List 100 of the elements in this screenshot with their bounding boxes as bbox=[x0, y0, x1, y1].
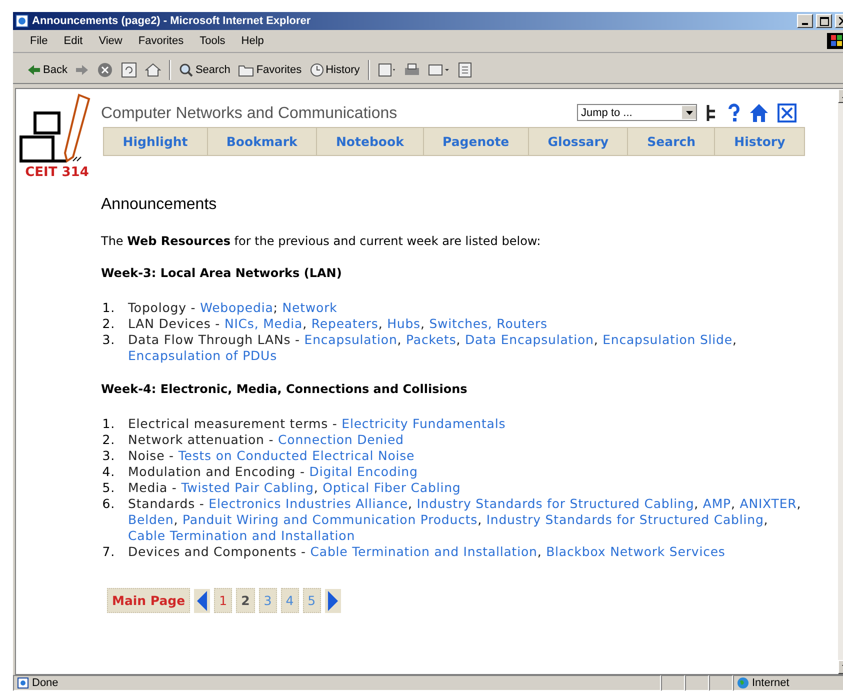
list-number: 2. bbox=[101, 432, 116, 448]
resource-link[interactable]: Data Encapsulation bbox=[465, 332, 594, 347]
list-item-text: Network attenuation - Connection Denied bbox=[128, 432, 405, 448]
maximize-button[interactable] bbox=[816, 14, 832, 28]
resource-link[interactable]: Industry Standards for Structured Cabling bbox=[486, 512, 764, 527]
list-item-text: Media - Twisted Pair Cabling, Optical Fiber Cabling bbox=[128, 480, 462, 496]
history-icon bbox=[310, 63, 324, 77]
jump-to-select[interactable]: Jump to ... bbox=[577, 104, 697, 121]
list-number: 1. bbox=[101, 416, 116, 432]
refresh-icon bbox=[121, 62, 138, 78]
menu-item[interactable]: Help bbox=[234, 33, 271, 49]
next-button[interactable] bbox=[324, 588, 341, 612]
resource-link[interactable]: Repeaters bbox=[311, 316, 378, 331]
nav-tab[interactable]: Notebook bbox=[317, 128, 424, 155]
resource-link[interactable]: NICs, Media bbox=[224, 316, 303, 331]
resource-link[interactable]: Packets bbox=[406, 332, 456, 347]
back-arrow-icon bbox=[27, 64, 41, 76]
resource-link[interactable]: Blackbox Network Services bbox=[546, 544, 726, 559]
resource-link[interactable]: AMP bbox=[702, 496, 731, 511]
minimize-button[interactable] bbox=[797, 14, 813, 28]
list-item-text: Modulation and Encoding - Digital Encoding bbox=[128, 464, 419, 480]
nav-tab[interactable]: Glossary bbox=[528, 128, 628, 155]
refresh-button[interactable] bbox=[119, 61, 140, 79]
resource-link[interactable]: Encapsulation of PDUs bbox=[128, 348, 278, 363]
nav-tab[interactable]: Pagenote bbox=[424, 128, 529, 155]
resource-link[interactable]: Electronics Industries Alliance bbox=[208, 496, 408, 511]
menu-item[interactable]: Tools bbox=[192, 33, 232, 49]
resource-link[interactable]: Belden bbox=[128, 512, 174, 527]
resource-link[interactable]: Industry Standards for Structured Cabling bbox=[416, 496, 694, 511]
close-icon[interactable] bbox=[777, 103, 797, 123]
nav-tab[interactable]: Bookmark bbox=[208, 128, 318, 155]
home-button[interactable] bbox=[143, 61, 164, 79]
history-button[interactable]: History bbox=[308, 62, 362, 78]
page-icon bbox=[17, 677, 29, 689]
page-heading: Announcements bbox=[101, 196, 218, 214]
resource-link[interactable]: Connection Denied bbox=[278, 432, 404, 447]
resource-link[interactable]: Cable Termination and Installation bbox=[128, 528, 356, 543]
printer-icon bbox=[404, 63, 420, 77]
resource-link[interactable]: Electricity Fundamentals bbox=[342, 416, 506, 431]
windows-logo-icon bbox=[827, 33, 843, 49]
list-item-text: Topology - Webopedia; Network bbox=[128, 300, 338, 316]
page-number-button[interactable]: 1 bbox=[214, 588, 232, 613]
list-number: 1. bbox=[101, 300, 116, 316]
list-number: 2. bbox=[101, 316, 116, 332]
week-title: Week-3: Local Area Networks (LAN) bbox=[101, 266, 343, 280]
intro-text: The Web Resources for the previous and current week are listed below: bbox=[101, 234, 542, 248]
resource-link[interactable]: Switches, Routers bbox=[429, 316, 548, 331]
menu-item[interactable]: File bbox=[23, 33, 55, 49]
list-number: 6. bbox=[101, 496, 116, 513]
zone-text: Internet bbox=[752, 677, 790, 689]
list-item-text: Electrical measurement terms - Electricity Fundamentals bbox=[128, 416, 507, 432]
back-button[interactable]: Back bbox=[25, 63, 70, 77]
resource-link[interactable]: Cable Termination and Installation bbox=[310, 544, 538, 559]
week-title: Week-4: Electronic, Media, Connections and Collisions bbox=[101, 382, 468, 396]
favorites-button[interactable]: Favorites bbox=[236, 62, 304, 78]
edit-icon bbox=[428, 63, 450, 77]
logo-text: CEIT 314 bbox=[25, 165, 89, 180]
page-number-button[interactable]: 2 bbox=[236, 588, 255, 613]
search-icon bbox=[179, 63, 194, 77]
menu-item[interactable]: View bbox=[92, 33, 130, 49]
list-item-text: Data Flow Through LANs - Encapsulation, Packets, Data Encapsulation, Encapsulation Slide, Encapsulation of PDUs bbox=[128, 332, 738, 364]
home-icon bbox=[145, 62, 162, 78]
resource-link[interactable]: Encapsulation Slide bbox=[602, 332, 732, 347]
list-number: 7. bbox=[101, 544, 116, 560]
resource-link[interactable]: ANIXTER bbox=[740, 496, 797, 511]
resource-link[interactable]: Optical Fiber Cabling bbox=[322, 480, 461, 495]
page-number-button[interactable]: 4 bbox=[280, 588, 299, 613]
folder-icon bbox=[238, 63, 254, 77]
previous-button[interactable] bbox=[194, 588, 210, 612]
resource-link[interactable]: Webopedia bbox=[200, 300, 274, 315]
nav-tab[interactable]: Highlight bbox=[104, 128, 208, 155]
resource-link[interactable]: Panduit Wiring and Communication Products bbox=[182, 512, 478, 527]
browser-icon bbox=[15, 14, 29, 28]
resource-link[interactable]: Hubs bbox=[387, 316, 420, 331]
search-button[interactable]: Search bbox=[177, 62, 232, 78]
menu-item[interactable]: Edit bbox=[56, 33, 90, 49]
list-item-text: Noise - Tests on Conducted Electrical Noise bbox=[128, 448, 416, 464]
edit-button[interactable] bbox=[426, 62, 452, 78]
forward-arrow-icon bbox=[75, 64, 90, 76]
window-title: Announcements (page2) - Microsoft Internet Explorer bbox=[32, 15, 312, 27]
resource-link[interactable]: Digital Encoding bbox=[309, 464, 418, 479]
home-icon[interactable] bbox=[749, 103, 769, 123]
page-number-button[interactable]: 5 bbox=[302, 588, 321, 613]
status-text: Done bbox=[32, 677, 58, 689]
nav-tab[interactable]: Search bbox=[628, 128, 716, 155]
main-page-button[interactable]: Main Page bbox=[107, 588, 190, 613]
resource-link[interactable]: Encapsulation bbox=[304, 332, 398, 347]
nav-tab[interactable]: History bbox=[715, 128, 804, 155]
list-item-text: Standards - Electronics Industries Alliance, Industry Standards for Structured Cabling, AMP, ANIXTER, Belden, Panduit Wiring and Communication Products, Industry Standards for Structured Cabling, Cable Termination and Installation bbox=[128, 496, 802, 544]
resource-link[interactable]: Tests on Conducted Electrical Noise bbox=[178, 448, 415, 463]
page-number-button[interactable]: 3 bbox=[258, 588, 277, 613]
list-number: 3. bbox=[101, 332, 116, 349]
mail-button[interactable] bbox=[376, 61, 398, 79]
resource-link[interactable]: Network bbox=[282, 300, 338, 315]
resource-link[interactable]: Twisted Pair Cabling bbox=[181, 480, 314, 495]
list-number: 5. bbox=[101, 480, 116, 496]
discuss-button[interactable] bbox=[456, 61, 474, 79]
dropdown-arrow-icon bbox=[686, 110, 692, 114]
menu-item[interactable]: Favorites bbox=[131, 33, 191, 49]
help-icon[interactable] bbox=[727, 103, 741, 123]
